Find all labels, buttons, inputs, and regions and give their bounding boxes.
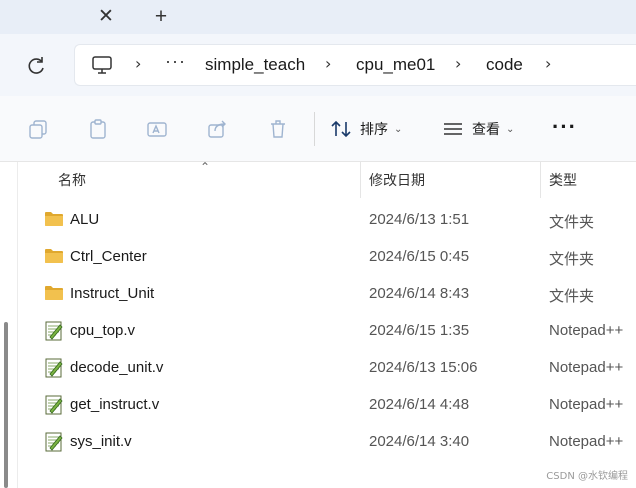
chevron-down-icon: ⌄ <box>506 123 515 135</box>
column-header-modified[interactable]: 修改日期 <box>369 162 425 198</box>
chevron-right-icon[interactable]: › <box>325 54 331 73</box>
breadcrumb[interactable]: › ··· simple_teach › cpu_me01 › code › <box>74 44 636 86</box>
tab-strip: ✕ + <box>0 0 636 34</box>
list-item[interactable]: cpu_top.v 2024/6/15 1:35 Notepad++ <box>30 312 636 349</box>
notepad-file-icon <box>44 321 64 341</box>
folder-icon <box>44 210 64 228</box>
file-modified: 2024/6/14 8:43 <box>369 285 470 302</box>
file-name: Ctrl_Center <box>70 248 147 265</box>
notepad-file-icon <box>44 358 64 378</box>
file-modified: 2024/6/15 0:45 <box>369 248 470 265</box>
navigation-pane <box>0 162 18 488</box>
breadcrumb-code[interactable]: code <box>486 55 523 75</box>
file-type: Notepad++ <box>549 322 624 339</box>
chevron-down-icon: ⌄ <box>394 123 403 135</box>
sort-label: 排序 <box>360 121 388 137</box>
chevron-right-icon[interactable]: › <box>135 54 141 73</box>
folder-icon <box>44 284 64 302</box>
list-item[interactable]: Instruct_Unit 2024/6/14 8:43 文件夹 <box>30 275 636 312</box>
file-type: 文件夹 <box>549 214 595 231</box>
column-header-type[interactable]: 类型 <box>549 162 577 198</box>
delete-icon[interactable] <box>267 118 289 140</box>
file-type: Notepad++ <box>549 433 624 450</box>
file-list: ⌃ 名称 修改日期 类型 ALU 2024/6/13 1:51 文件夹 Ctrl… <box>0 160 636 488</box>
file-type: Notepad++ <box>549 396 624 413</box>
notepad-file-icon <box>44 432 64 452</box>
column-divider[interactable] <box>360 162 361 198</box>
rename-icon[interactable] <box>146 118 168 140</box>
column-divider[interactable] <box>540 162 541 198</box>
command-bar: 排序 ⌄ 查看 ⌄ ··· <box>0 96 636 162</box>
share-icon[interactable] <box>206 118 228 140</box>
list-item[interactable]: get_instruct.v 2024/6/14 4:48 Notepad++ <box>30 386 636 423</box>
watermark: CSDN @水钦编程 <box>546 471 628 482</box>
toolbar-divider <box>314 112 315 146</box>
breadcrumb-simple-teach[interactable]: simple_teach <box>205 55 305 75</box>
file-modified: 2024/6/14 4:48 <box>369 396 470 413</box>
view-button[interactable]: 查看 ⌄ <box>442 116 514 142</box>
paste-icon[interactable] <box>87 118 109 140</box>
list-item[interactable]: sys_init.v 2024/6/14 3:40 Notepad++ <box>30 423 636 460</box>
scrollbar-thumb[interactable] <box>4 322 8 488</box>
view-label: 查看 <box>472 121 500 137</box>
file-name: sys_init.v <box>70 433 132 450</box>
column-header-name[interactable]: 名称 <box>58 162 86 198</box>
file-modified: 2024/6/13 1:51 <box>369 211 470 228</box>
file-modified: 2024/6/14 3:40 <box>369 433 470 450</box>
file-modified: 2024/6/15 1:35 <box>369 322 470 339</box>
address-bar-row: › ··· simple_teach › cpu_me01 › code › <box>0 34 636 96</box>
file-type: Notepad++ <box>549 359 624 376</box>
view-icon <box>444 123 462 135</box>
list-item[interactable]: decode_unit.v 2024/6/13 15:06 Notepad++ <box>30 349 636 386</box>
refresh-icon[interactable] <box>24 54 48 78</box>
file-name: decode_unit.v <box>70 359 164 376</box>
file-type: 文件夹 <box>549 288 595 305</box>
file-name: get_instruct.v <box>70 396 160 413</box>
file-type: 文件夹 <box>549 251 595 268</box>
new-tab-icon[interactable]: + <box>148 4 174 30</box>
notepad-file-icon <box>44 395 64 415</box>
copy-icon[interactable] <box>27 118 49 140</box>
close-tab-icon[interactable]: ✕ <box>94 4 118 28</box>
list-item[interactable]: Ctrl_Center 2024/6/15 0:45 文件夹 <box>30 238 636 275</box>
breadcrumb-more-icon[interactable]: ··· <box>165 51 186 72</box>
sort-button[interactable]: 排序 ⌄ <box>330 116 402 142</box>
chevron-right-icon[interactable]: › <box>545 54 551 73</box>
file-name: cpu_top.v <box>70 322 136 339</box>
more-options-icon[interactable]: ··· <box>552 114 577 140</box>
chevron-right-icon[interactable]: › <box>455 54 461 73</box>
folder-icon <box>44 247 64 265</box>
this-pc-icon[interactable] <box>91 55 113 75</box>
breadcrumb-cpu-me01[interactable]: cpu_me01 <box>356 55 435 75</box>
file-modified: 2024/6/13 15:06 <box>369 359 478 376</box>
file-name: ALU <box>70 211 100 228</box>
list-item[interactable]: ALU 2024/6/13 1:51 文件夹 <box>30 201 636 238</box>
sort-icon <box>331 120 351 138</box>
file-name: Instruct_Unit <box>70 285 155 302</box>
sort-ascending-icon: ⌃ <box>200 160 211 174</box>
